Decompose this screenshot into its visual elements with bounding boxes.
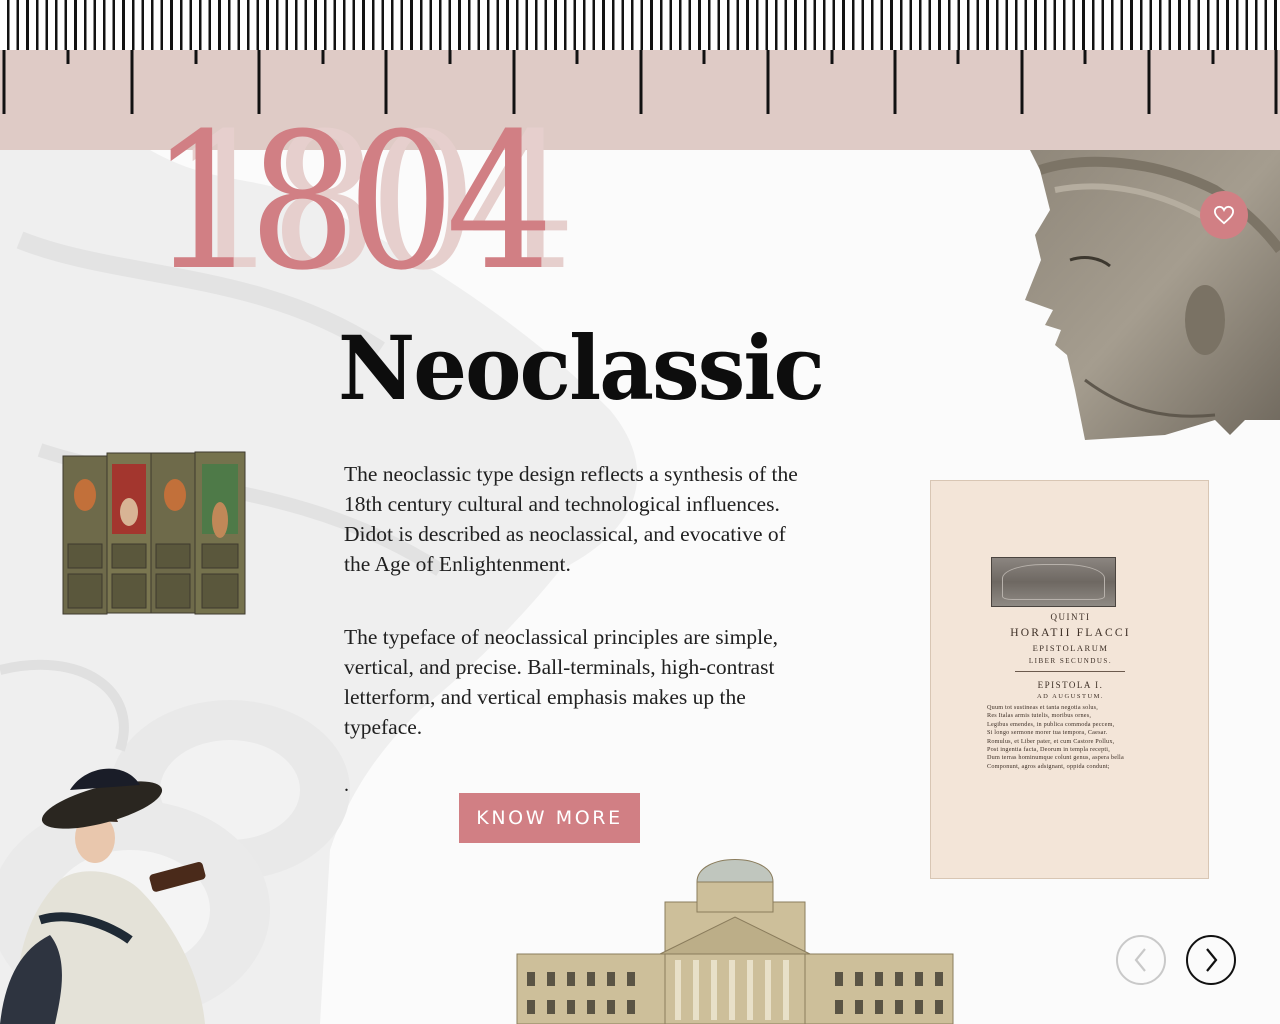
book-verse: Res Italas armis tutelis, moribus ornes, bbox=[987, 712, 1092, 720]
description-paragraph-1: The neoclassic type design reflects a sy… bbox=[344, 462, 798, 576]
book-verse: Dum terras hominumque colunt genus, aspe… bbox=[987, 754, 1124, 762]
book-rule bbox=[1015, 671, 1125, 672]
favorite-button[interactable] bbox=[1200, 191, 1248, 239]
next-button[interactable] bbox=[1186, 935, 1236, 985]
book-line-1: QUINTI bbox=[1050, 612, 1091, 622]
year-text: 1804 bbox=[150, 93, 554, 312]
book-page-image: QUINTI HORATII FLACCI EPISTOLARUM LIBER … bbox=[930, 480, 1209, 879]
previous-button[interactable] bbox=[1116, 935, 1166, 985]
engraving-illustration bbox=[991, 557, 1116, 607]
book-verses: Quum tot sustineas et tanta negotia solu… bbox=[987, 704, 1167, 771]
description-paragraph-2: The typeface of neoclassical principles … bbox=[344, 625, 778, 739]
heart-icon bbox=[1213, 205, 1235, 225]
book-verse: Componunt, agros adsignant, oppida condu… bbox=[987, 762, 1110, 770]
folding-screen-image bbox=[62, 451, 246, 615]
capitol-building-image bbox=[516, 859, 954, 1024]
book-line-2: HORATII FLACCI bbox=[1010, 627, 1131, 639]
book-line-4: LIBER SECUNDUS. bbox=[1028, 657, 1113, 665]
page-title: Neoclassic bbox=[338, 316, 825, 420]
chevron-right-icon bbox=[1206, 948, 1218, 972]
book-line-6: AD AUGUSTUM. bbox=[1036, 693, 1105, 700]
book-verse: Si longo sermone morer tua tempora, Caes… bbox=[987, 729, 1108, 737]
book-line-3: EPISTOLARUM bbox=[1032, 643, 1109, 653]
book-line-5: EPISTOLA I. bbox=[1037, 680, 1104, 690]
year-display: 1804 1804 bbox=[150, 108, 630, 298]
book-verse: Post ingentia facta, Deorum in templa re… bbox=[987, 746, 1110, 754]
book-verse: Romulus, et Liber pater, et cum Castore … bbox=[987, 737, 1115, 745]
book-verse: Quum tot sustineas et tanta negotia solu… bbox=[987, 704, 1098, 711]
portrait-lady-image bbox=[0, 768, 206, 1024]
book-verse: Legibus emendes, in publica commoda pecc… bbox=[987, 720, 1115, 728]
statue-head-image bbox=[1025, 150, 1280, 440]
know-more-button[interactable]: KNOW MORE bbox=[459, 793, 640, 843]
stray-dot: . bbox=[344, 774, 349, 796]
chevron-left-icon bbox=[1134, 948, 1146, 972]
